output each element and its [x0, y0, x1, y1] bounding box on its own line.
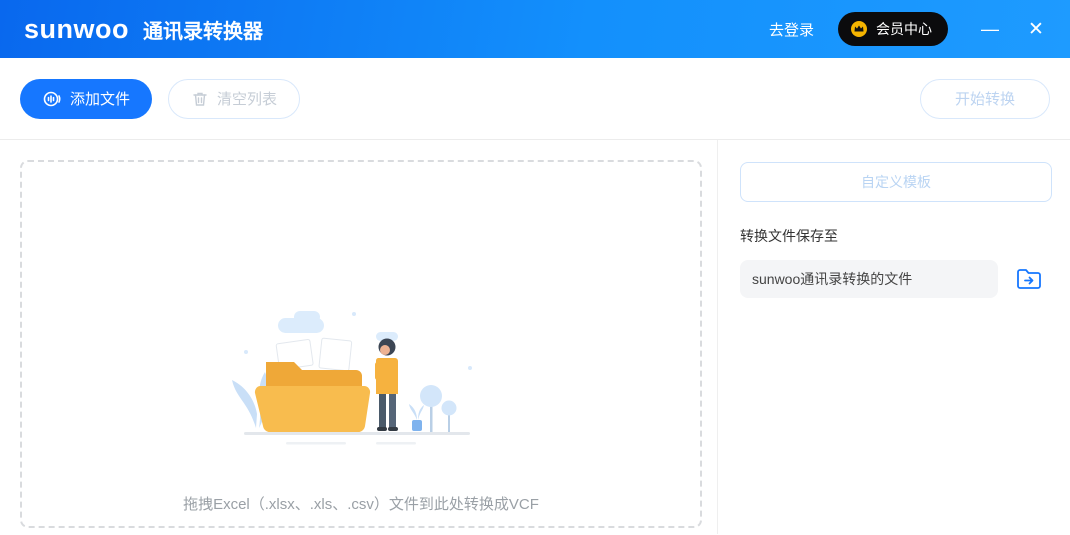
custom-template-button[interactable]: 自定义模板 — [740, 162, 1052, 202]
toolbar: 添加文件 清空列表 开始转换 — [0, 58, 1070, 140]
main-area: 拖拽Excel（.xlsx、.xls、.csv）文件到此处转换成VCF 自定义模… — [0, 140, 1070, 534]
save-to-label: 转换文件保存至 — [740, 226, 1052, 246]
minimize-icon[interactable]: — — [980, 20, 1000, 38]
add-file-label: 添加文件 — [70, 88, 130, 109]
title-bar: sunwoo 通讯录转换器 去登录 会员中心 — ✕ — [0, 0, 1070, 58]
trash-icon — [191, 90, 209, 108]
dropzone-illustration — [226, 310, 496, 470]
close-icon[interactable]: ✕ — [1026, 20, 1046, 39]
login-link[interactable]: 去登录 — [769, 19, 814, 40]
add-file-button[interactable]: 添加文件 — [20, 79, 152, 119]
custom-template-label: 自定义模板 — [861, 172, 931, 192]
start-convert-button[interactable]: 开始转换 — [920, 79, 1050, 119]
member-badge-icon — [850, 20, 868, 38]
choose-folder-button[interactable] — [1016, 267, 1042, 291]
app-logo: sunwoo — [24, 14, 129, 45]
save-path-field[interactable]: sunwoo通讯录转换的文件 — [740, 260, 998, 298]
folder-open-icon — [1016, 267, 1042, 291]
add-file-icon — [42, 89, 62, 109]
member-center-button[interactable]: 会员中心 — [838, 12, 948, 46]
vertical-divider — [717, 140, 718, 534]
start-convert-label: 开始转换 — [955, 88, 1015, 109]
file-dropzone[interactable]: 拖拽Excel（.xlsx、.xls、.csv）文件到此处转换成VCF — [20, 160, 702, 528]
clear-list-button[interactable]: 清空列表 — [168, 79, 300, 119]
app-title: 通讯录转换器 — [143, 15, 263, 44]
right-panel: 自定义模板 转换文件保存至 sunwoo通讯录转换的文件 — [740, 140, 1052, 298]
dropzone-hint: 拖拽Excel（.xlsx、.xls、.csv）文件到此处转换成VCF — [22, 493, 700, 514]
member-center-label: 会员中心 — [876, 19, 932, 39]
clear-list-label: 清空列表 — [217, 88, 277, 109]
